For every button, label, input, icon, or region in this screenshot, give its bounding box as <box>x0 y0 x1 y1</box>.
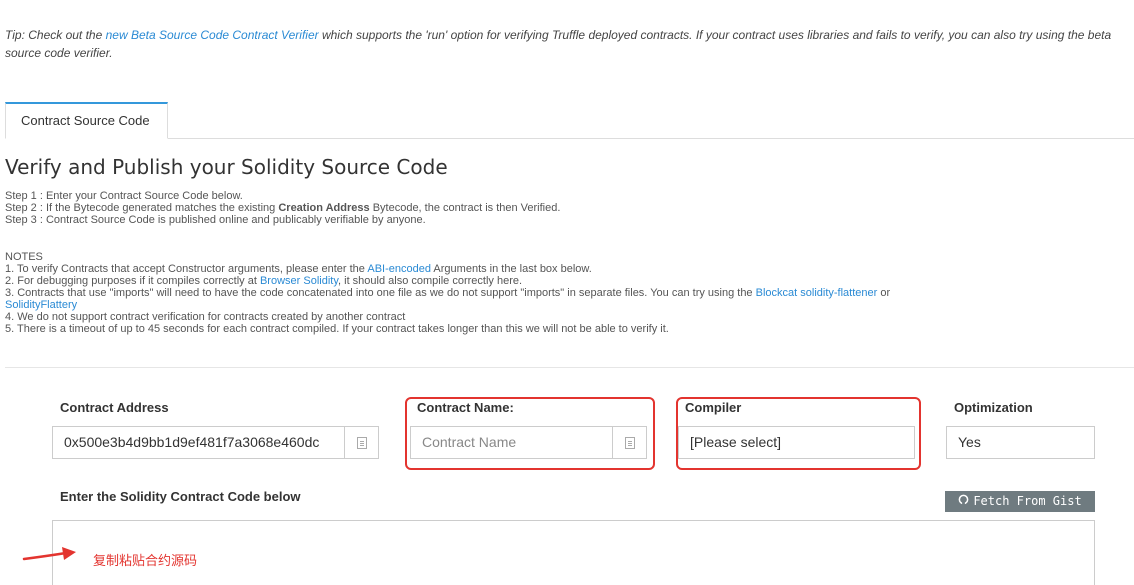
note-2: 2. For debugging purposes if it compiles… <box>5 275 523 287</box>
tip-prefix: Tip: Check out the <box>5 28 106 42</box>
notes: NOTES 1. To verify Contracts that accept… <box>5 251 1125 335</box>
solidity-flattery-link[interactable]: SolidityFlattery <box>5 299 77 311</box>
beta-verifier-link[interactable]: new Beta Source Code Contract Verifier <box>106 28 319 42</box>
step-2: Step 2 : If the Bytecode generated match… <box>5 202 561 214</box>
step-3: Step 3 : Contract Source Code is publish… <box>5 214 426 226</box>
note-4: 4. We do not support contract verificati… <box>5 311 406 323</box>
notes-heading: NOTES <box>5 251 43 263</box>
fetch-from-gist-label: Fetch From Gist <box>973 494 1082 508</box>
abi-encoded-link[interactable]: ABI-encoded <box>367 263 431 275</box>
divider <box>5 367 1134 368</box>
blockcat-flattener-link[interactable]: Blockcat solidity-flattener <box>756 287 878 299</box>
red-arrow-icon <box>22 547 76 561</box>
steps: Step 1 : Enter your Contract Source Code… <box>5 190 1125 226</box>
contract-address-label: Contract Address <box>60 400 169 415</box>
browser-solidity-link[interactable]: Browser Solidity <box>260 275 338 287</box>
page-title: Verify and Publish your Solidity Source … <box>5 155 448 179</box>
compiler-label: Compiler <box>685 400 742 415</box>
step-1: Step 1 : Enter your Contract Source Code… <box>5 190 243 202</box>
document-icon <box>624 436 635 449</box>
contract-name-field[interactable]: Contract Name <box>410 426 613 459</box>
note-3: 3. Contracts that use "imports" will nee… <box>5 287 891 311</box>
name-addon <box>612 426 647 459</box>
compiler-select[interactable]: [Please select] <box>678 426 915 459</box>
address-addon <box>344 426 379 459</box>
optimization-select[interactable]: Yes <box>946 426 1095 459</box>
github-icon <box>958 491 969 512</box>
note-1: 1. To verify Contracts that accept Const… <box>5 263 592 275</box>
note-5: 5. There is a timeout of up to 45 second… <box>5 323 669 335</box>
contract-address-field[interactable]: 0x500e3b4d9bb1d9ef481f7a3068e460dc <box>52 426 345 459</box>
annotation-label: 复制粘贴合约源码 <box>93 554 198 569</box>
optimization-label: Optimization <box>954 400 1033 415</box>
tip-text: Tip: Check out the new Beta Source Code … <box>5 26 1130 62</box>
tab-bar: Contract Source Code <box>5 102 1134 139</box>
document-icon <box>356 436 367 449</box>
contract-name-label: Contract Name: <box>417 400 514 415</box>
code-label: Enter the Solidity Contract Code below <box>60 489 301 504</box>
contract-code-textarea[interactable] <box>52 520 1095 585</box>
fetch-from-gist-button[interactable]: Fetch From Gist <box>945 491 1095 512</box>
tab-contract-source-code[interactable]: Contract Source Code <box>5 102 168 139</box>
